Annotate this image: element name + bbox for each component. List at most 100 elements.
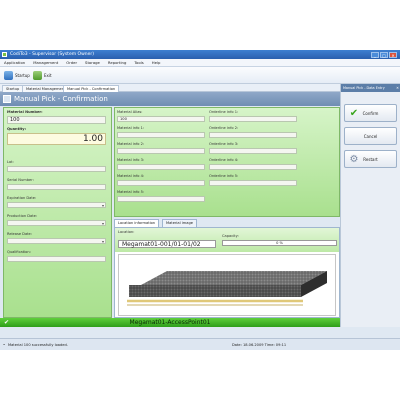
lot-field[interactable] [7, 166, 106, 172]
menu-application[interactable]: Application [0, 59, 29, 67]
material-info-1-label: Material info 1: [117, 126, 145, 130]
quantity-label: Quantity: [7, 127, 27, 131]
check-icon: ✔ [3, 319, 10, 326]
location-header: Location: Megamat01-001/01-01/02 Capacit… [115, 228, 339, 252]
material-info-3-field[interactable] [117, 164, 205, 170]
orderline-info-4-label: Orderline info 4: [209, 158, 239, 162]
document-tabs: Startup Material Management Manual Pick … [0, 84, 340, 92]
startup-button[interactable]: Startup [4, 70, 30, 81]
page-header: Manual Pick - Confirmation [0, 92, 340, 106]
access-point-bar: ✔ Megamat01-AccessPoint01 [0, 318, 340, 327]
chevron-down-icon: ▾ [101, 239, 104, 244]
rack-front-face [129, 285, 301, 297]
capacity-label: Capacity: [222, 234, 239, 238]
material-alias-field[interactable]: 100 [117, 116, 205, 122]
rack-visualization [118, 254, 336, 316]
tab-manual-pick-confirmation[interactable]: Manual Pick - Confirmation [63, 85, 120, 92]
chevron-down-icon: ▾ [101, 203, 104, 208]
close-button[interactable]: ✕ [389, 51, 397, 58]
capacity-bar: 0 % [222, 240, 337, 246]
release-date-label: Release Date: [7, 232, 32, 236]
detail-tabs: Location information Material image [114, 219, 340, 227]
panel-close-icon[interactable]: ✕ [396, 84, 399, 92]
tab-material-image[interactable]: Material image [162, 219, 197, 227]
material-info-2-label: Material info 2: [117, 142, 145, 146]
material-form-pane: Material Number: 100 Quantity: 1.00 Lot:… [3, 107, 112, 318]
material-info-5-field[interactable] [117, 196, 205, 202]
material-number-label: Material Number: [7, 110, 43, 114]
lot-label: Lot: [7, 160, 14, 164]
material-info-1-field[interactable] [117, 132, 205, 138]
cancel-label: Cancel [363, 134, 378, 139]
orderline-info-1-field[interactable] [209, 116, 297, 122]
material-info-4-field[interactable] [117, 180, 205, 186]
menu-bar: Application Management Order Storage Reporti… [0, 59, 400, 67]
menu-reporting[interactable]: Reporting [104, 59, 130, 67]
serial-number-field[interactable] [7, 184, 106, 190]
qualification-field[interactable] [7, 256, 106, 262]
menu-management[interactable]: Management [29, 59, 62, 67]
tab-location-information[interactable]: Location information [114, 219, 160, 227]
material-info-2-field[interactable] [117, 148, 205, 154]
orderline-info-1-label: Orderline info 1: [209, 110, 239, 114]
title-bar: CodiTo3 - Supervisor (System Owner) _ □ … [0, 50, 400, 59]
material-info-4-label: Material info 4: [117, 174, 145, 178]
production-date-picker[interactable]: ▾ [7, 220, 106, 226]
orderline-info-3-field[interactable] [209, 148, 297, 154]
confirm-button[interactable]: ✔ Confirm [344, 104, 397, 122]
serial-number-label: Serial Number: [7, 178, 34, 182]
exit-button[interactable]: Exit [33, 70, 52, 81]
menu-order[interactable]: Order [62, 59, 81, 67]
material-info-5-label: Material info 5: [117, 190, 145, 194]
expiration-date-picker[interactable]: ▾ [7, 202, 106, 208]
orderline-info-5-label: Orderline info 5: [209, 174, 239, 178]
material-info-pane: Material Alias: 100 Material info 1: Mat… [114, 107, 340, 217]
expiration-date-label: Expiration Date: [7, 196, 37, 200]
status-datetime: Date: 18.06.2009 Time: 09:11 [232, 343, 287, 347]
data-entry-panel-header: Manual Pick - Data Entry ✕ [341, 84, 400, 92]
confirm-label: Confirm [362, 111, 379, 116]
material-number-field[interactable]: 100 [7, 116, 106, 124]
cancel-button[interactable]: Cancel [344, 127, 397, 145]
qualification-label: Qualification: [7, 250, 31, 254]
page-title: Manual Pick - Confirmation [14, 95, 108, 103]
orderline-info-2-field[interactable] [209, 132, 297, 138]
page-icon [3, 95, 11, 103]
menu-tools[interactable]: Tools [130, 59, 147, 67]
startup-icon [4, 71, 13, 80]
toolbar: Startup Exit [0, 67, 400, 84]
production-date-label: Production Date: [7, 214, 38, 218]
material-alias-label: Material Alias: [117, 110, 143, 114]
tab-startup[interactable]: Startup [2, 85, 24, 92]
menu-help[interactable]: Help [148, 59, 165, 67]
app-icon [2, 52, 7, 57]
orderline-info-4-field[interactable] [209, 164, 297, 170]
orderline-info-3-label: Orderline info 3: [209, 142, 239, 146]
minimize-button[interactable]: _ [371, 51, 379, 58]
release-date-picker[interactable]: ▾ [7, 238, 106, 244]
restart-label: Restart [363, 157, 378, 162]
orderline-info-2-label: Orderline info 2: [209, 126, 239, 130]
chevron-down-icon: ▾ [101, 221, 104, 226]
orderline-info-5-field[interactable] [209, 180, 297, 186]
exit-label: Exit [44, 73, 52, 78]
data-entry-panel-title: Manual Pick - Data Entry [343, 86, 385, 90]
location-value: Megamat01-001/01-01/02 [118, 240, 216, 248]
menu-storage[interactable]: Storage [81, 59, 104, 67]
material-info-3-label: Material info 3: [117, 158, 145, 162]
status-message: Material 100 successfully loaded. [8, 343, 68, 347]
window-title: CodiTo3 - Supervisor (System Owner) [10, 52, 94, 57]
checkmark-icon: ✔ [349, 108, 359, 119]
status-bar: • Material 100 successfully loaded. Date… [0, 338, 400, 350]
rack-tray-image [127, 271, 327, 306]
access-point-label: Megamat01-AccessPoint01 [129, 319, 211, 326]
gear-icon: ⚙ [349, 154, 359, 165]
application-window: CodiTo3 - Supervisor (System Owner) _ □ … [0, 50, 400, 350]
quantity-field[interactable]: 1.00 [7, 133, 106, 145]
rack-top-surface [141, 271, 327, 285]
data-entry-panel: Manual Pick - Data Entry ✕ ✔ Confirm Can… [340, 84, 400, 327]
restart-button[interactable]: ⚙ Restart [344, 150, 397, 168]
maximize-button[interactable]: □ [380, 51, 388, 58]
location-label: Location: [118, 230, 135, 234]
startup-label: Startup [15, 73, 30, 78]
